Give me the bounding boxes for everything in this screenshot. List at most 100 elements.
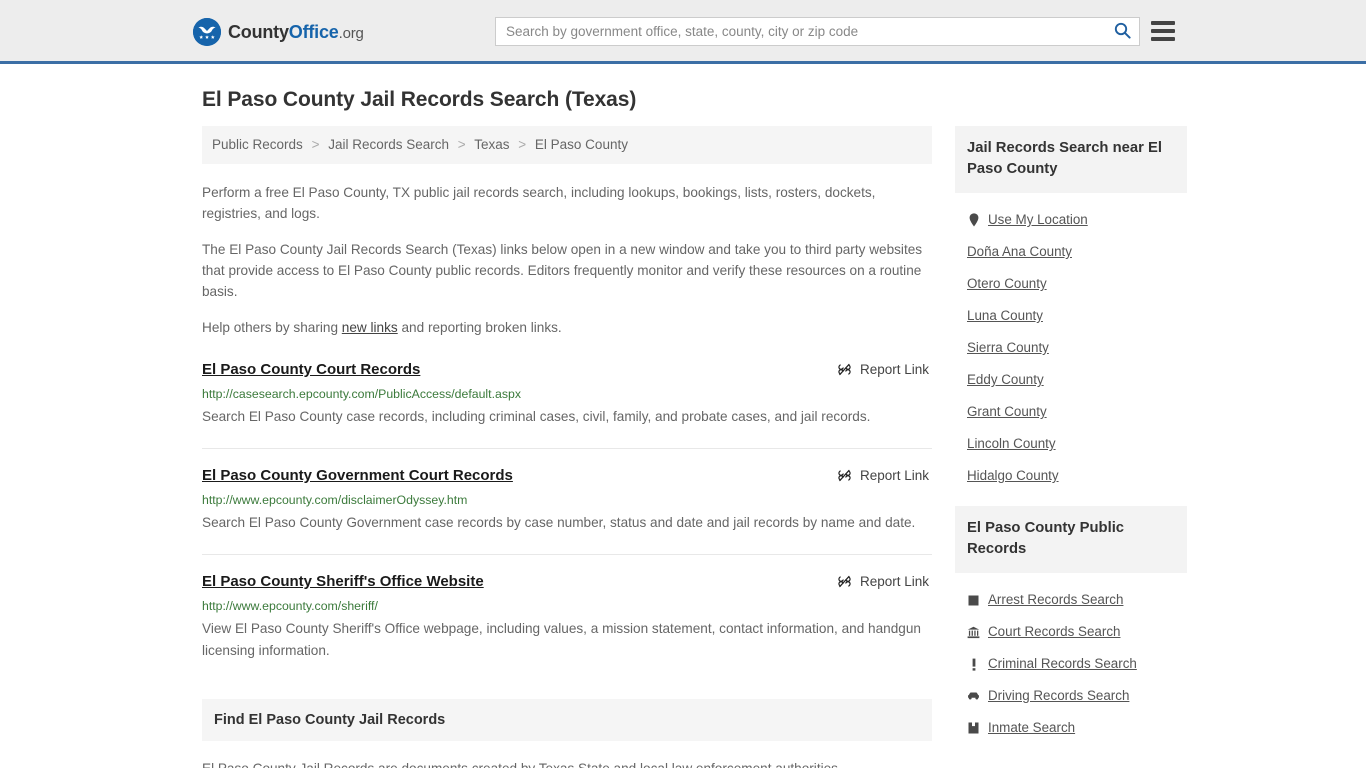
- sidebar: Jail Records Search near El Paso County …: [955, 126, 1187, 758]
- list-item[interactable]: Inmate Search: [955, 712, 1187, 744]
- list-item[interactable]: Use My Location: [955, 204, 1187, 236]
- eagle-shield-icon: [193, 18, 221, 46]
- breadcrumb: Public Records > Jail Records Search > T…: [202, 126, 932, 164]
- breadcrumb-item-el-paso-county: El Paso County: [534, 137, 628, 152]
- result-item: El Paso County Court Records Report Link…: [202, 360, 932, 449]
- nearby-search-panel: Jail Records Search near El Paso County …: [955, 126, 1187, 492]
- breadcrumb-separator: >: [457, 137, 466, 152]
- breadcrumb-item-public-records[interactable]: Public Records: [212, 137, 303, 152]
- nearby-county-link[interactable]: Hidalgo County: [967, 467, 1059, 485]
- driving-records-search-link[interactable]: Driving Records Search: [988, 687, 1129, 705]
- intro-text: Perform a free El Paso County, TX public…: [202, 182, 932, 338]
- public-records-panel-title: El Paso County Public Records: [967, 520, 1125, 557]
- list-item[interactable]: Hidalgo County: [955, 460, 1187, 492]
- page-body: El Paso County Jail Records Search (Texa…: [0, 64, 1366, 768]
- public-records-list: Arrest Records Search Court Records Sear…: [955, 573, 1187, 744]
- report-link-label: Report Link: [859, 362, 929, 377]
- logo-text-office: Office: [288, 21, 339, 42]
- court-records-search-link[interactable]: Court Records Search: [988, 623, 1120, 641]
- nearby-county-link[interactable]: Otero County: [967, 275, 1047, 293]
- search-bar[interactable]: [495, 17, 1140, 46]
- report-link-button[interactable]: Report Link: [837, 468, 929, 483]
- search-input[interactable]: [496, 18, 1105, 45]
- car-icon: [967, 689, 980, 704]
- nearby-county-link[interactable]: Grant County: [967, 403, 1047, 421]
- arrest-records-search-link[interactable]: Arrest Records Search: [988, 591, 1123, 609]
- breadcrumb-item-jail-records-search[interactable]: Jail Records Search: [328, 137, 449, 152]
- intro-paragraph-2: The El Paso County Jail Records Search (…: [202, 242, 923, 299]
- nearby-county-link[interactable]: Luna County: [967, 307, 1043, 325]
- result-title-link[interactable]: El Paso County Court Records: [202, 360, 420, 380]
- find-records-paragraph: El Paso County Jail Records are document…: [202, 758, 932, 768]
- broken-link-icon: [837, 362, 852, 377]
- result-url[interactable]: http://www.epcounty.com/disclaimerOdysse…: [202, 492, 932, 508]
- inmate-icon: [967, 721, 980, 736]
- public-records-panel-header: El Paso County Public Records: [955, 506, 1187, 573]
- new-links-link[interactable]: new links: [342, 320, 398, 335]
- map-pin-icon: [967, 213, 980, 228]
- criminal-records-search-link[interactable]: Criminal Records Search: [988, 655, 1137, 673]
- hamburger-menu-button[interactable]: [1151, 20, 1175, 42]
- broken-link-icon: [837, 574, 852, 589]
- report-link-label: Report Link: [859, 574, 929, 589]
- intro-paragraph-1: Perform a free El Paso County, TX public…: [202, 185, 876, 221]
- search-icon: [1114, 22, 1131, 42]
- nearby-county-link[interactable]: Lincoln County: [967, 435, 1056, 453]
- report-link-button[interactable]: Report Link: [837, 362, 929, 377]
- nearby-search-panel-header: Jail Records Search near El Paso County: [955, 126, 1187, 193]
- result-description: View El Paso County Sheriff's Office web…: [202, 621, 921, 658]
- result-description: Search El Paso County case records, incl…: [202, 409, 871, 424]
- breadcrumb-separator: >: [311, 137, 320, 152]
- use-my-location-link[interactable]: Use My Location: [988, 211, 1088, 229]
- report-link-button[interactable]: Report Link: [837, 574, 929, 589]
- nearby-county-list: Use My Location Doña Ana County Otero Co…: [955, 193, 1187, 492]
- result-item: El Paso County Sheriff's Office Website: [202, 572, 932, 682]
- nearby-county-link[interactable]: Eddy County: [967, 371, 1044, 389]
- list-item[interactable]: Otero County: [955, 268, 1187, 300]
- list-item[interactable]: Criminal Records Search: [955, 648, 1187, 680]
- breadcrumb-separator: >: [518, 137, 527, 152]
- result-url[interactable]: http://www.epcounty.com/sheriff/: [202, 598, 932, 614]
- result-title-link[interactable]: El Paso County Government Court Records: [202, 466, 513, 486]
- list-item[interactable]: Lincoln County: [955, 428, 1187, 460]
- results-list: El Paso County Court Records Report Link…: [202, 360, 932, 682]
- list-item[interactable]: Grant County: [955, 396, 1187, 428]
- search-button[interactable]: [1105, 18, 1139, 45]
- find-records-body: El Paso County Jail Records are document…: [202, 758, 932, 768]
- site-logo[interactable]: CountyOffice.org: [193, 18, 364, 46]
- breadcrumb-item-texas[interactable]: Texas: [474, 137, 509, 152]
- nearby-county-link[interactable]: Sierra County: [967, 339, 1049, 357]
- site-logo-text: CountyOffice.org: [228, 22, 364, 43]
- result-item: El Paso County Government Court Records: [202, 466, 932, 555]
- nearby-search-panel-title: Jail Records Search near El Paso County: [967, 140, 1162, 177]
- list-item[interactable]: Court Records Search: [955, 616, 1187, 648]
- find-records-heading: Find El Paso County Jail Records: [214, 712, 446, 728]
- exclamation-icon: [967, 657, 980, 672]
- list-item[interactable]: Eddy County: [955, 364, 1187, 396]
- public-records-panel: El Paso County Public Records Arrest Rec…: [955, 506, 1187, 744]
- list-item[interactable]: Luna County: [955, 300, 1187, 332]
- page-title: El Paso County Jail Records Search (Texa…: [202, 88, 637, 111]
- result-description: Search El Paso County Government case re…: [202, 515, 916, 530]
- nearby-county-link[interactable]: Doña Ana County: [967, 243, 1072, 261]
- intro-paragraph-3: Help others by sharing new links and rep…: [202, 317, 932, 338]
- intro-paragraph-3-after: and reporting broken links.: [397, 320, 562, 335]
- logo-text-tld: .org: [338, 24, 364, 42]
- report-link-label: Report Link: [859, 468, 929, 483]
- list-item[interactable]: Sierra County: [955, 332, 1187, 364]
- inmate-search-link[interactable]: Inmate Search: [988, 719, 1075, 737]
- courthouse-icon: [967, 625, 980, 640]
- hamburger-menu-icon-bar2: [1151, 29, 1175, 33]
- hamburger-menu-icon-bar3: [1151, 37, 1175, 41]
- broken-link-icon: [837, 468, 852, 483]
- hamburger-menu-icon: [1151, 21, 1175, 25]
- result-url[interactable]: http://casesearch.epcounty.com/PublicAcc…: [202, 386, 932, 402]
- fingerprint-square-icon: [967, 593, 980, 608]
- intro-paragraph-3-before: Help others by sharing: [202, 320, 342, 335]
- logo-text-county: County: [228, 21, 289, 42]
- list-item[interactable]: Doña Ana County: [955, 236, 1187, 268]
- result-title-link[interactable]: El Paso County Sheriff's Office Website: [202, 572, 484, 592]
- list-item[interactable]: Driving Records Search: [955, 680, 1187, 712]
- list-item[interactable]: Arrest Records Search: [955, 584, 1187, 616]
- find-records-header: Find El Paso County Jail Records: [202, 699, 932, 741]
